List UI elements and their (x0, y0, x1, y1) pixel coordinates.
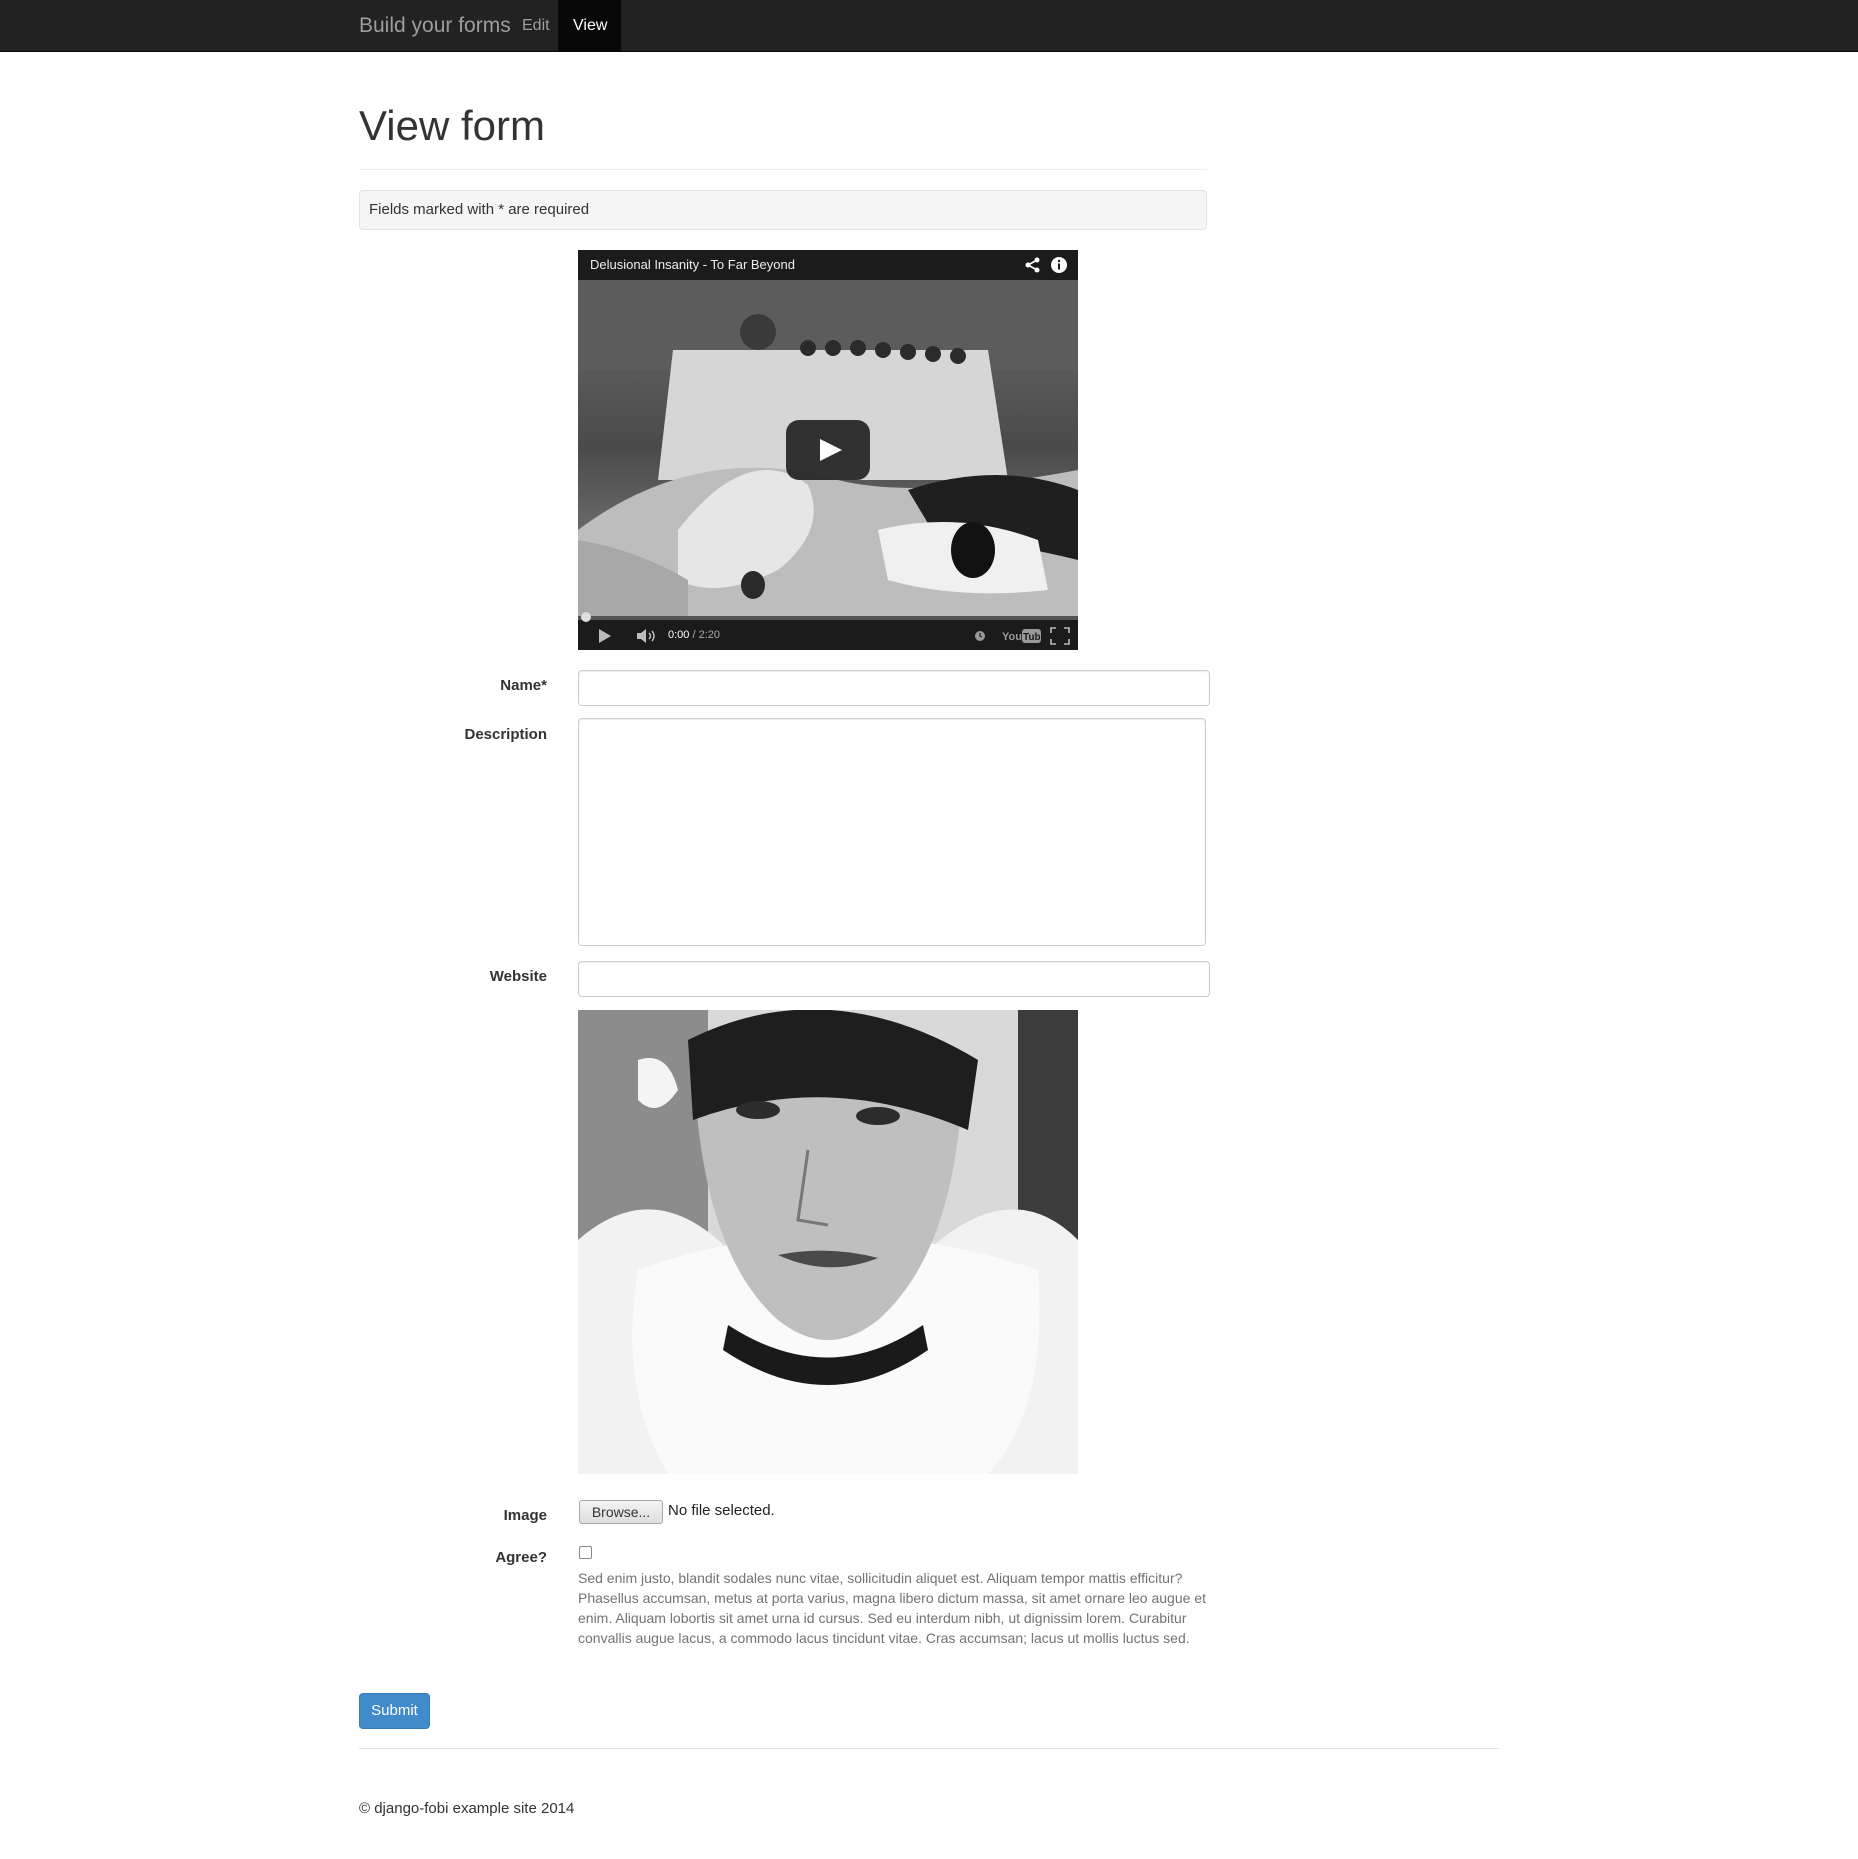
browse-button[interactable]: Browse... (579, 1500, 663, 1524)
video-progress-knob[interactable] (581, 612, 591, 622)
title-divider (359, 169, 1207, 170)
name-input[interactable] (578, 670, 1210, 706)
submit-button[interactable]: Submit (359, 1693, 430, 1729)
video-title[interactable]: Delusional Insanity - To Far Beyond (590, 257, 795, 272)
navbar-brand[interactable]: Build your forms (359, 14, 511, 38)
file-status: No file selected. (668, 1502, 775, 1519)
image-label: Image (503, 1507, 547, 1524)
video-current-time: 0:00 (668, 629, 690, 641)
top-navbar: Build your forms Edit View (0, 0, 1858, 52)
portrait-image (578, 1010, 1078, 1474)
youtube-video-player[interactable]: Delusional Insanity - To Far Beyond 0:00… (578, 250, 1078, 650)
info-icon[interactable] (1050, 256, 1068, 274)
volume-icon[interactable] (636, 628, 658, 644)
footer-text: © django-fobi example site 2014 (359, 1800, 575, 1817)
video-duration: / 2:20 (692, 629, 721, 641)
website-label: Website (489, 968, 547, 985)
page-title: View form (359, 102, 545, 149)
description-textarea[interactable] (578, 718, 1206, 946)
website-input[interactable] (578, 961, 1210, 997)
control-play-icon[interactable] (598, 628, 612, 644)
youtube-logo[interactable]: You Tube (1002, 628, 1042, 644)
svg-text:Tube: Tube (1023, 632, 1042, 643)
video-progress-bar[interactable] (578, 616, 1078, 620)
required-note: Fields marked with * are required (359, 190, 1207, 230)
description-label: Description (464, 726, 547, 743)
video-time: 0:00 / 2:20 (668, 629, 720, 641)
agree-label: Agree? (495, 1549, 547, 1566)
fullscreen-icon[interactable] (1050, 627, 1070, 645)
footer-divider (359, 1748, 1499, 1749)
share-icon[interactable] (1024, 256, 1042, 274)
svg-text:You: You (1002, 631, 1022, 643)
nav-item-view[interactable]: View (558, 0, 621, 51)
agree-checkbox[interactable] (579, 1546, 592, 1559)
clock-icon[interactable] (974, 630, 986, 642)
play-icon[interactable] (786, 420, 870, 480)
name-label: Name* (500, 677, 547, 694)
agree-help-text: Sed enim justo, blandit sodales nunc vit… (578, 1570, 1206, 1646)
